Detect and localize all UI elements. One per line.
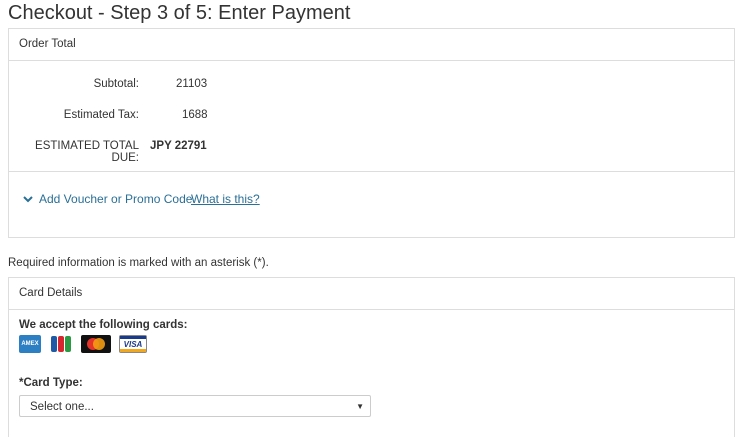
subtotal-value: 21103 [176, 78, 208, 90]
card-details-heading: Card Details [9, 278, 734, 310]
visa-icon: VISA [119, 335, 147, 353]
total-value: JPY 22791 [150, 140, 207, 152]
chevron-down-icon [23, 196, 33, 203]
visa-text: VISA [123, 340, 143, 349]
jcb-icon [49, 335, 73, 353]
amex-text: AMEX [21, 341, 39, 347]
tax-label: Estimated Tax: [63, 109, 139, 121]
card-type-label: *Card Type: [19, 377, 83, 389]
subtotal-label: Subtotal: [93, 78, 139, 90]
required-note: Required information is marked with an a… [8, 257, 269, 269]
tax-value: 1688 [182, 109, 208, 121]
amex-icon: AMEX [19, 335, 41, 353]
accepted-cards-label: We accept the following cards: [19, 319, 188, 331]
card-details-panel: Card Details We accept the following car… [8, 277, 735, 437]
what-is-this-link[interactable]: What is this? [191, 192, 260, 206]
card-type-select[interactable]: Select one... ▼ [19, 395, 371, 417]
order-total-heading: Order Total [9, 29, 734, 61]
page-title: Checkout - Step 3 of 5: Enter Payment [8, 2, 351, 24]
mastercard-icon [81, 335, 111, 353]
card-type-selected-value: Select one... [30, 401, 94, 413]
add-voucher-label: Add Voucher or Promo Code [39, 192, 193, 206]
accepted-cards-list: AMEX VISA [19, 335, 147, 353]
order-total-divider [9, 171, 734, 172]
order-total-panel: Order Total Subtotal: 21103 Estimated Ta… [8, 28, 735, 238]
dropdown-arrow-icon: ▼ [356, 402, 364, 411]
add-voucher-link[interactable]: Add Voucher or Promo Code [23, 192, 192, 206]
total-label: ESTIMATED TOTAL DUE: [35, 140, 139, 164]
